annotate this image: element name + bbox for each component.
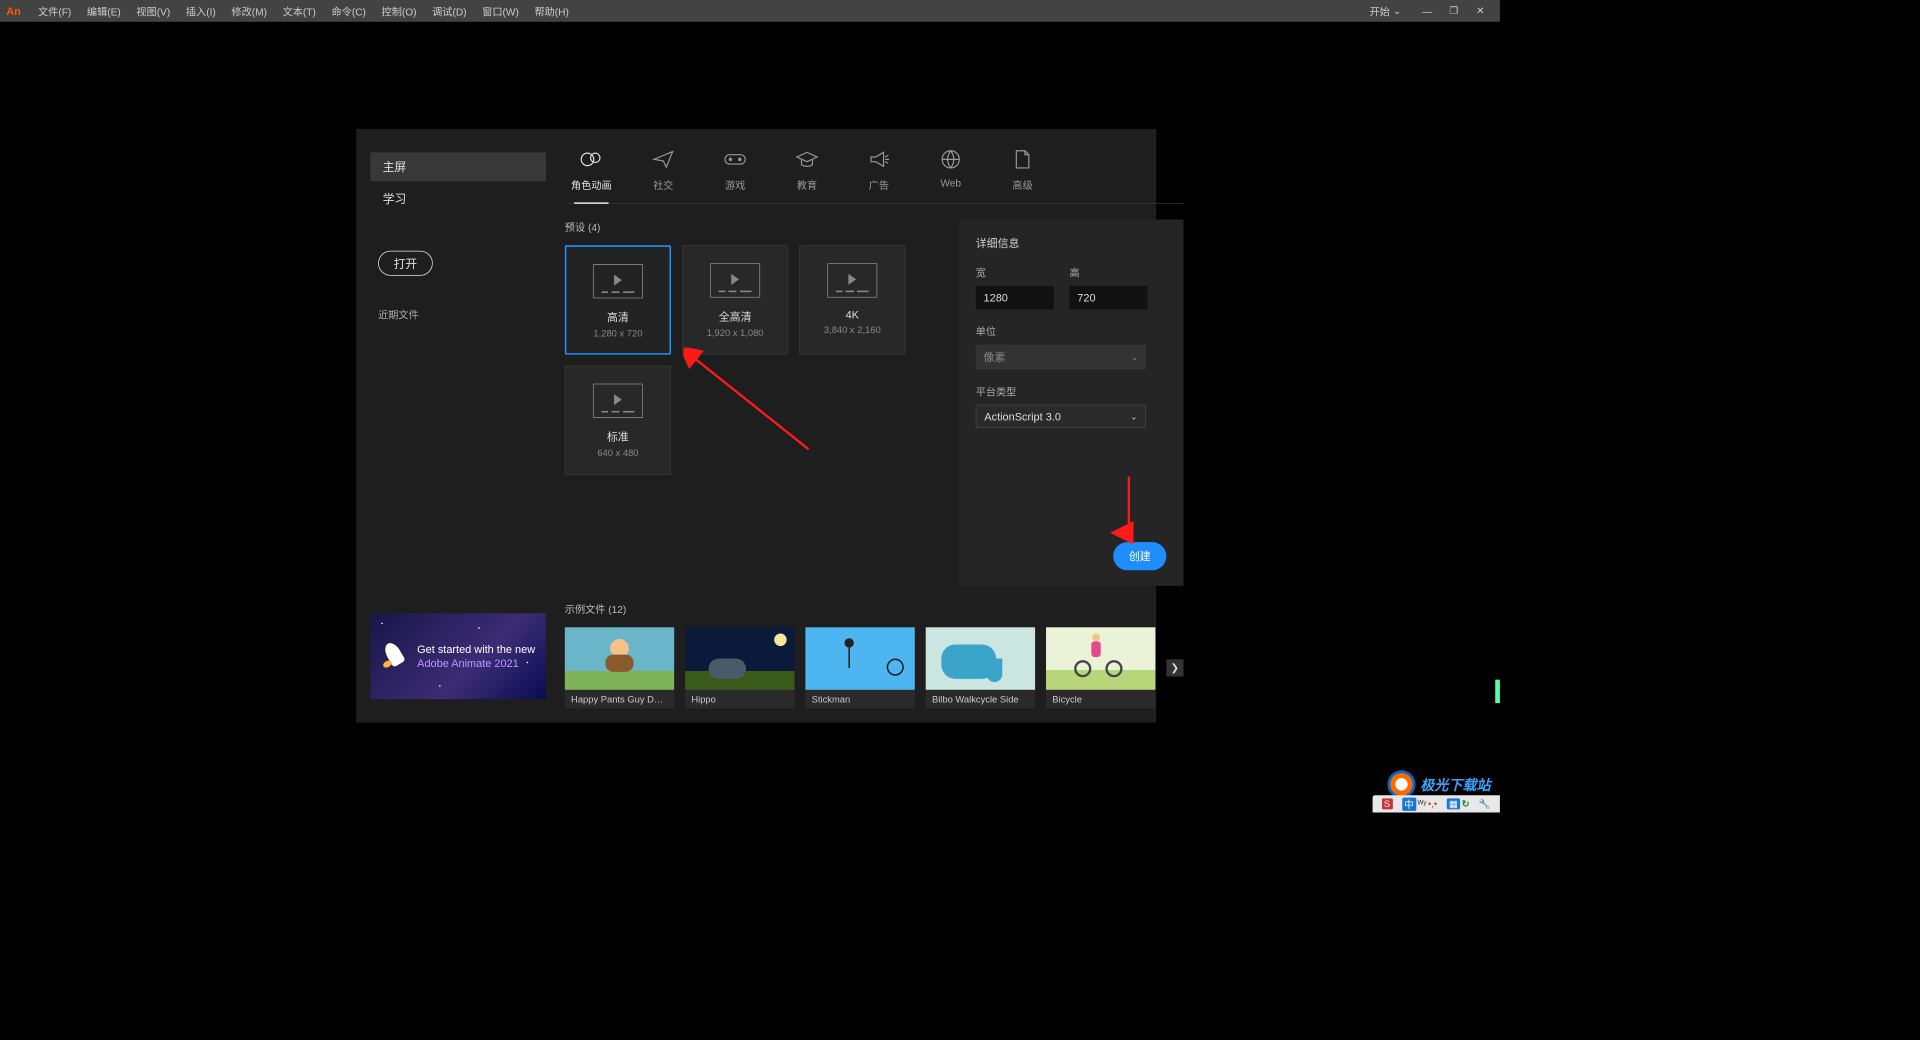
preset-hd[interactable]: 高清 1,280 x 720 bbox=[565, 245, 671, 354]
workspace-switcher[interactable]: 开始⌄ bbox=[1360, 4, 1411, 19]
tab-education[interactable]: 教育 bbox=[784, 149, 831, 203]
menu-modify[interactable]: 修改(M) bbox=[224, 4, 275, 19]
tab-social[interactable]: 社交 bbox=[640, 149, 687, 203]
width-input[interactable] bbox=[976, 286, 1054, 309]
right-edge-marker bbox=[1495, 680, 1500, 703]
details-title: 详细信息 bbox=[976, 235, 1167, 251]
sample-stickman[interactable]: Stickman bbox=[805, 627, 914, 708]
chevron-down-icon: ⌄ bbox=[1393, 5, 1402, 17]
chevron-right-icon: ❯ bbox=[1171, 662, 1180, 674]
dialog-content: 角色动画 社交 游戏 教育 bbox=[560, 129, 1197, 723]
sample-bilbo[interactable]: Bilbo Walkcycle Side bbox=[926, 627, 1035, 708]
sample-happy-pants[interactable]: Happy Pants Guy Dance bbox=[565, 627, 674, 708]
tab-web[interactable]: Web bbox=[927, 149, 974, 203]
tab-ads[interactable]: 广告 bbox=[855, 149, 902, 203]
watermark-icon bbox=[1387, 770, 1415, 798]
menu-control[interactable]: 控制(O) bbox=[374, 4, 425, 19]
graduation-cap-icon bbox=[794, 149, 819, 169]
menu-edit[interactable]: 编辑(E) bbox=[79, 4, 128, 19]
watermark: 极光下载站 bbox=[1387, 770, 1490, 798]
tab-game[interactable]: 游戏 bbox=[712, 149, 759, 203]
close-button[interactable]: ✕ bbox=[1467, 5, 1494, 17]
dialog-sidebar: 主屏 学习 打开 近期文件 Get started with the new A… bbox=[356, 129, 560, 723]
app-logo: An bbox=[6, 5, 21, 17]
category-tabs: 角色动画 社交 游戏 教育 bbox=[565, 143, 1184, 204]
menu-help[interactable]: 帮助(H) bbox=[527, 4, 577, 19]
platform-label: 平台类型 bbox=[976, 384, 1167, 399]
chevron-down-icon: ⌄ bbox=[1131, 352, 1138, 362]
gamepad-icon bbox=[723, 149, 748, 169]
preset-thumb-icon bbox=[710, 263, 760, 297]
preset-grid: 高清 1,280 x 720 全高清 1,920 x 1,080 4K 3,84… bbox=[565, 245, 940, 475]
menu-file[interactable]: 文件(F) bbox=[30, 4, 79, 19]
create-button[interactable]: 创建 bbox=[1113, 542, 1166, 570]
globe-icon bbox=[938, 149, 963, 169]
menu-insert[interactable]: 插入(I) bbox=[178, 4, 224, 19]
tab-character-animation[interactable]: 角色动画 bbox=[568, 149, 615, 203]
height-input[interactable] bbox=[1069, 286, 1147, 309]
tab-advanced[interactable]: 高级 bbox=[999, 149, 1046, 203]
promo-banner[interactable]: Get started with the new Adobe Animate 2… bbox=[370, 613, 546, 699]
width-label: 宽 bbox=[976, 265, 1054, 280]
preset-title: 预设 (4) bbox=[565, 220, 940, 235]
menu-text[interactable]: 文本(T) bbox=[275, 4, 324, 19]
maximize-button[interactable]: ❐ bbox=[1441, 5, 1468, 17]
preset-fullhd[interactable]: 全高清 1,920 x 1,080 bbox=[682, 245, 788, 354]
promo-text: Get started with the new Adobe Animate 2… bbox=[417, 643, 535, 670]
sidebar-item-home[interactable]: 主屏 bbox=[370, 152, 546, 181]
document-icon bbox=[1010, 149, 1035, 169]
details-panel: 详细信息 宽 高 单位 像素⌄ bbox=[959, 220, 1184, 586]
samples-row: Happy Pants Guy Dance Hippo Stickman Bil… bbox=[565, 627, 1184, 708]
preset-thumb-icon bbox=[593, 264, 643, 298]
preset-panel: 预设 (4) 高清 1,280 x 720 全高清 1,920 x 1,080 bbox=[565, 220, 940, 586]
panels-row: 预设 (4) 高清 1,280 x 720 全高清 1,920 x 1,080 bbox=[565, 220, 1184, 586]
menubar: An 文件(F) 编辑(E) 视图(V) 插入(I) 修改(M) 文本(T) 命… bbox=[0, 0, 1500, 22]
unit-select[interactable]: 像素⌄ bbox=[976, 345, 1146, 370]
megaphone-icon bbox=[866, 149, 891, 169]
menubar-right: 开始⌄ — ❐ ✕ bbox=[1360, 4, 1494, 19]
sidebar-item-learn[interactable]: 学习 bbox=[370, 184, 546, 213]
preset-thumb-icon bbox=[593, 384, 643, 418]
samples-title: 示例文件 (12) bbox=[565, 602, 1184, 617]
sample-bicycle[interactable]: Bicycle bbox=[1046, 627, 1155, 708]
samples-section: 示例文件 (12) Happy Pants Guy Dance Hippo St… bbox=[565, 602, 1184, 709]
preset-thumb-icon bbox=[827, 263, 877, 297]
height-label: 高 bbox=[1069, 265, 1147, 280]
unit-label: 单位 bbox=[976, 323, 1167, 338]
paper-plane-icon bbox=[651, 149, 676, 169]
preset-standard[interactable]: 标准 640 x 480 bbox=[565, 366, 671, 475]
ime-bar: S 中ᵂʸ•,• ▦↻ 🔧 bbox=[1372, 795, 1500, 812]
sample-hippo[interactable]: Hippo bbox=[685, 627, 794, 708]
new-document-dialog: 主屏 学习 打开 近期文件 Get started with the new A… bbox=[356, 129, 1156, 723]
preset-4k[interactable]: 4K 3,840 x 2,160 bbox=[799, 245, 905, 354]
menu-window[interactable]: 窗口(W) bbox=[474, 4, 526, 19]
minimize-button[interactable]: — bbox=[1414, 5, 1441, 17]
menu-commands[interactable]: 命令(C) bbox=[324, 4, 374, 19]
rocket-icon bbox=[380, 642, 408, 670]
samples-next-button[interactable]: ❯ bbox=[1166, 659, 1183, 676]
open-button[interactable]: 打开 bbox=[378, 251, 433, 276]
chevron-down-icon: ⌄ bbox=[1130, 411, 1137, 421]
menu-debug[interactable]: 调试(D) bbox=[424, 4, 474, 19]
platform-select[interactable]: ActionScript 3.0⌄ bbox=[976, 405, 1146, 428]
character-icon bbox=[579, 149, 604, 169]
menu-view[interactable]: 视图(V) bbox=[129, 4, 178, 19]
recent-files-label: 近期文件 bbox=[378, 307, 546, 322]
